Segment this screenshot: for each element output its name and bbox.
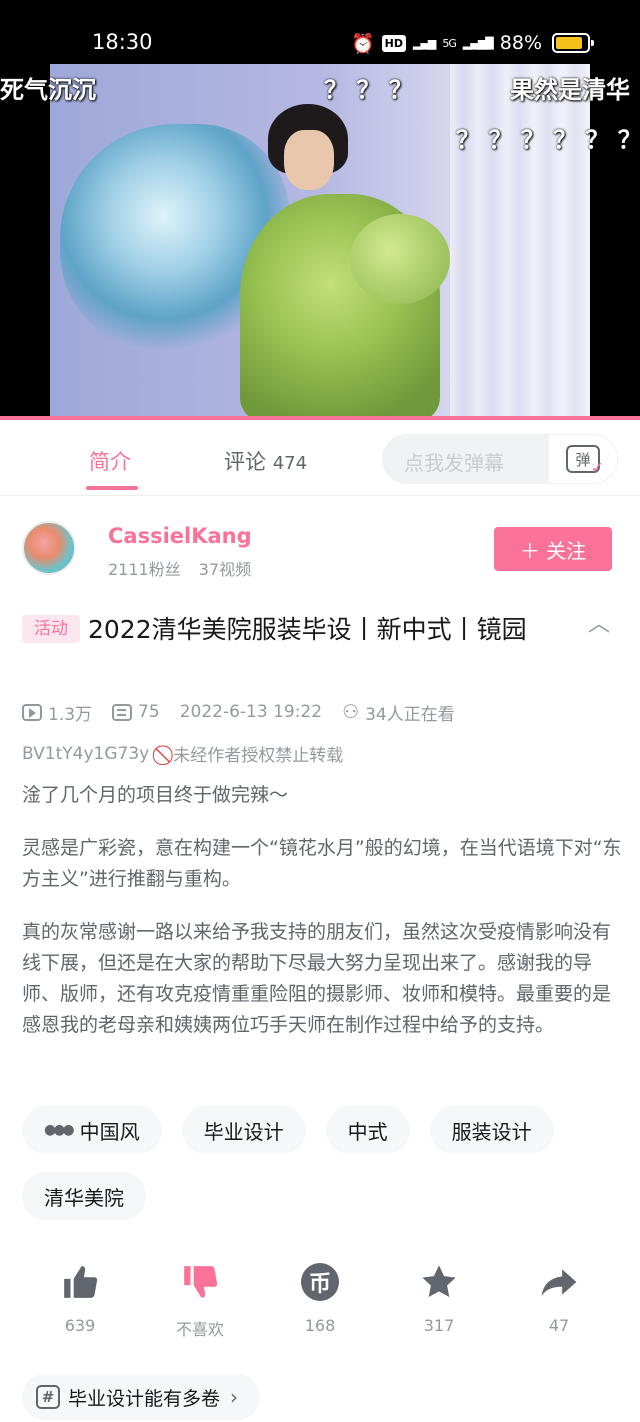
coin-icon: 币	[300, 1262, 340, 1302]
channel-icon: ●●●	[44, 1122, 75, 1138]
topic-label: 毕业设计能有多卷	[68, 1387, 221, 1410]
alarm-icon: ⏰	[350, 32, 375, 55]
chevron-right-icon: ›	[230, 1385, 239, 1409]
danmaku-input-placeholder: 点我发弹幕	[404, 451, 504, 475]
danmaku-count-icon	[112, 703, 133, 721]
danmaku-comment: 果然是清华	[510, 76, 630, 104]
tag-list: ●●● 中国风 毕业设计 中式 服装设计 清华美院	[22, 1106, 622, 1220]
video-player[interactable]: 死气沉沉 ？ ？ ？ 果然是清华 ？ ？ ？ ？ ？ ？ ？	[0, 64, 640, 420]
danmaku-input[interactable]: 点我发弹幕 弹 ✓	[382, 434, 618, 484]
comment-count: 474	[272, 453, 308, 474]
tag-chip[interactable]: 毕业设计	[181, 1106, 306, 1154]
description-paragraph: 灵感是广彩瓷，意在构建一个“镜花水月”般的幻境，在当代语境下对“东方主义”进行推…	[22, 837, 622, 890]
follow-button[interactable]: ＋ 关注	[494, 527, 612, 571]
status-icons: ⏰ HD ▂▄▆ 5G ▂▄▆█ 88%	[351, 30, 542, 56]
author-stats: 2111粉丝 37视频	[108, 556, 251, 580]
video-title: 2022清华美院服装毕设丨新中式丨镜园	[88, 615, 527, 644]
avatar[interactable]	[22, 521, 76, 575]
status-bar: 18:30 ⏰ HD ▂▄▆ 5G ▂▄▆█ 88%	[0, 0, 640, 64]
watching-count: 34人正在看	[365, 704, 455, 725]
thumbs-down-icon	[180, 1262, 220, 1302]
danmaku-comment: ？ ？ ？ ？ ？ ？ ？	[456, 126, 640, 154]
tab-comments-label: 评论	[224, 450, 266, 474]
dislike-label: 不喜欢	[175, 1320, 224, 1339]
coin-count: 168	[304, 1316, 336, 1335]
danmaku-settings-button[interactable]: 弹 ✓	[548, 434, 618, 484]
share-count: 47	[548, 1316, 570, 1335]
author-name[interactable]: CassielKang	[108, 524, 252, 548]
battery-percent: 88%	[499, 32, 542, 54]
dislike-button[interactable]: 不喜欢	[140, 1262, 260, 1340]
danmaku-toggle-icon: 弹 ✓	[566, 445, 604, 477]
play-count-icon	[22, 703, 42, 721]
battery-icon	[552, 33, 594, 53]
copyright-notice: 未经作者授权禁止转载	[173, 746, 344, 766]
description-paragraph: 真的灰常感谢一路以来给予我支持的朋友们，虽然这次受疫情影响没有线下展，但还是在大…	[22, 921, 612, 1036]
video-frame	[50, 64, 590, 420]
author-fans: 2111粉丝	[108, 560, 181, 579]
tag-chip[interactable]: 中式	[325, 1106, 410, 1154]
chevron-up-icon[interactable]: ︿	[588, 606, 610, 638]
tab-bar: 简介 评论 474 点我发弹幕 弹 ✓	[0, 420, 640, 496]
share-button[interactable]: 47	[499, 1262, 619, 1335]
tag-chip[interactable]: 服装设计	[429, 1106, 554, 1154]
hd-badge: HD	[381, 34, 406, 52]
coin-button[interactable]: 币 168	[260, 1262, 380, 1335]
status-time: 18:30	[92, 30, 153, 54]
video-meta: 1.3万 75 2022-6-13 19:22 ⚇ 34人正在看	[22, 700, 475, 725]
check-icon: ✓	[590, 458, 604, 477]
favorite-button[interactable]: 317	[379, 1262, 499, 1335]
tab-intro[interactable]: 简介	[89, 446, 131, 476]
network-type: 5G	[442, 36, 456, 50]
action-bar: 639 不喜欢 币 168 317 47	[0, 1262, 640, 1342]
danmaku-comment: 死气沉沉	[0, 76, 96, 104]
author-videos: 37视频	[198, 560, 252, 579]
tag-chip[interactable]: 清华美院	[22, 1172, 146, 1220]
bvid-row: BV1tY4y1G73y ⃠ 未经作者授权禁止转载	[22, 741, 344, 767]
tag-chip[interactable]: ●●● 中国风	[22, 1106, 162, 1154]
tab-comments[interactable]: 评论 474	[224, 446, 307, 476]
description-paragraph: 淦了几个月的项目终于做完辣～	[22, 784, 289, 806]
star-icon	[419, 1262, 459, 1302]
signal-icon: ▂▄▆	[413, 36, 436, 50]
video-title-block: 活动 2022清华美院服装毕设丨新中式丨镜园	[22, 610, 582, 650]
share-arrow-icon	[539, 1262, 579, 1302]
view-count: 1.3万	[48, 704, 93, 725]
thumbs-up-icon	[60, 1262, 100, 1302]
favorite-count: 317	[423, 1316, 455, 1335]
bvid[interactable]: BV1tY4y1G73y	[22, 744, 149, 764]
people-icon: ⚇	[342, 701, 360, 723]
video-description: 淦了几个月的项目终于做完辣～ 灵感是广彩瓷，意在构建一个“镜花水月”般的幻境，在…	[22, 780, 622, 1063]
like-button[interactable]: 639	[20, 1262, 140, 1335]
topic-chip[interactable]: # 毕业设计能有多卷 ›	[22, 1374, 261, 1420]
battery-level	[556, 37, 583, 49]
publish-date: 2022-6-13 19:22	[179, 702, 323, 722]
activity-tag[interactable]: 活动	[22, 615, 80, 643]
tab-active-indicator	[86, 486, 138, 490]
like-count: 639	[64, 1316, 96, 1335]
hashtag-icon: #	[36, 1385, 60, 1409]
signal-bars-icon: ▂▄▆█	[462, 36, 494, 50]
danmaku-comment: ？ ？ ？	[324, 76, 413, 104]
danmaku-count: 75	[138, 702, 160, 722]
